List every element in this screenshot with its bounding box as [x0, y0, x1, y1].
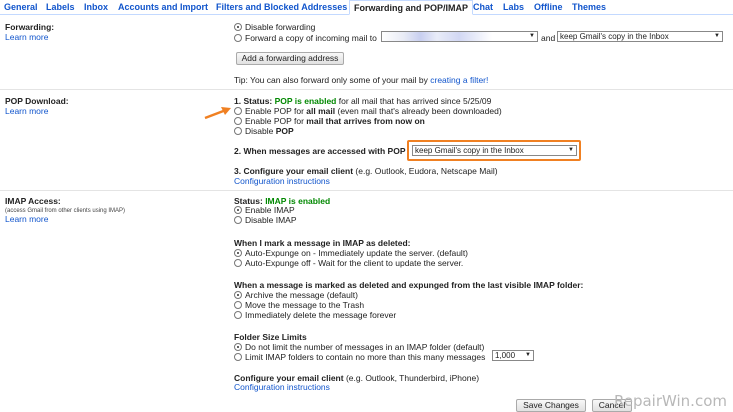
radio-icon[interactable] — [234, 259, 242, 267]
limit-count-select[interactable]: 1,000 ▼ — [492, 350, 534, 361]
pop-access-select[interactable]: keep Gmail's copy in the Inbox ▼ — [412, 145, 577, 156]
disable-forwarding-option[interactable]: Disable forwarding — [234, 22, 315, 32]
radio-icon[interactable] — [234, 343, 242, 351]
dropdown-arrow-icon: ▼ — [529, 33, 535, 39]
settings-tab-bar: General Labels Inbox Accounts and Import… — [0, 0, 733, 15]
radio-icon[interactable] — [234, 107, 242, 115]
trash-option[interactable]: Move the message to the Trash — [234, 300, 364, 310]
no-limit-option[interactable]: Do not limit the number of messages in a… — [234, 342, 484, 352]
tab-chat[interactable]: Chat — [473, 2, 493, 12]
dropdown-arrow-icon: ▼ — [714, 33, 720, 39]
imap-access-label: IMAP Access: — [5, 196, 61, 206]
radio-icon[interactable] — [234, 23, 242, 31]
imap-deleted-heading: When I mark a message in IMAP as deleted… — [234, 238, 411, 248]
watermark: RepairWin.com — [613, 392, 727, 410]
imap-config-instructions-link[interactable]: Configuration instructions — [234, 382, 330, 392]
pop-status: 1. Status: POP is enabled for all mail t… — [234, 96, 492, 106]
pop-status-badge: POP is enabled — [274, 96, 337, 106]
forwarding-learn-more-link[interactable]: Learn more — [5, 32, 48, 42]
radio-icon[interactable] — [234, 353, 242, 361]
radio-icon[interactable] — [234, 206, 242, 214]
enable-imap-option[interactable]: Enable IMAP — [234, 205, 295, 215]
limit-option[interactable]: Limit IMAP folders to contain no more th… — [234, 352, 485, 362]
forwarding-label: Forwarding: — [5, 22, 55, 32]
pop-config-instructions-link[interactable]: Configuration instructions — [234, 176, 330, 186]
delete-forever-option[interactable]: Immediately delete the message forever — [234, 310, 396, 320]
radio-icon[interactable] — [234, 291, 242, 299]
pop-all-mail-option[interactable]: Enable POP for all mail (even mail that'… — [234, 106, 502, 116]
tab-labels[interactable]: Labels — [46, 2, 75, 12]
create-filter-link[interactable]: creating a filter! — [430, 75, 488, 85]
radio-icon[interactable] — [234, 301, 242, 309]
auto-expunge-on-option[interactable]: Auto-Expunge on - Immediately update the… — [234, 248, 468, 258]
radio-icon[interactable] — [234, 311, 242, 319]
tab-general[interactable]: General — [4, 2, 38, 12]
tab-accounts-and-import[interactable]: Accounts and Import — [118, 2, 208, 12]
section-divider — [0, 89, 733, 90]
forwarding-tip: Tip: You can also forward only some of y… — [234, 75, 489, 85]
disable-imap-option[interactable]: Disable IMAP — [234, 215, 297, 225]
radio-icon[interactable] — [234, 127, 242, 135]
pop-configure: 3. Configure your email client (e.g. Out… — [234, 166, 498, 176]
auto-expunge-off-option[interactable]: Auto-Expunge off - Wait for the client t… — [234, 258, 463, 268]
archive-option[interactable]: Archive the message (default) — [234, 290, 358, 300]
radio-icon[interactable] — [234, 34, 242, 42]
tab-inbox[interactable]: Inbox — [84, 2, 108, 12]
tab-themes[interactable]: Themes — [572, 2, 606, 12]
pop-learn-more-link[interactable]: Learn more — [5, 106, 48, 116]
radio-icon[interactable] — [234, 117, 242, 125]
section-divider — [0, 190, 733, 191]
pop-access-heading: 2. When messages are accessed with POP — [234, 146, 406, 156]
forward-copy-option[interactable]: Forward a copy of incoming mail to — [234, 33, 377, 43]
dropdown-arrow-icon: ▼ — [525, 352, 531, 358]
tab-forwarding-pop-imap[interactable]: Forwarding and POP/IMAP — [349, 0, 474, 15]
tab-labs[interactable]: Labs — [503, 2, 524, 12]
tab-filters[interactable]: Filters and Blocked Addresses — [216, 2, 347, 12]
pop-from-now-option[interactable]: Enable POP for mail that arrives from no… — [234, 116, 425, 126]
folder-size-heading: Folder Size Limits — [234, 332, 307, 342]
pop-disable-option[interactable]: Disable POP — [234, 126, 294, 136]
imap-expunged-heading: When a message is marked as deleted and … — [234, 280, 584, 290]
redacted-email — [382, 32, 492, 41]
and-label: and — [541, 33, 556, 43]
add-forwarding-address-button[interactable]: Add a forwarding address — [236, 52, 344, 65]
forward-action-select[interactable]: keep Gmail's copy in the Inbox ▼ — [557, 31, 723, 42]
radio-icon[interactable] — [234, 249, 242, 257]
radio-icon[interactable] — [234, 216, 242, 224]
pop-download-label: POP Download: — [5, 96, 69, 106]
dropdown-arrow-icon: ▼ — [568, 147, 574, 153]
save-changes-button[interactable]: Save Changes — [516, 399, 586, 412]
imap-learn-more-link[interactable]: Learn more — [5, 214, 48, 224]
tab-offline[interactable]: Offline — [534, 2, 563, 12]
arrow-pointer-icon — [204, 107, 231, 120]
forward-address-select[interactable]: ▼ — [381, 31, 538, 42]
